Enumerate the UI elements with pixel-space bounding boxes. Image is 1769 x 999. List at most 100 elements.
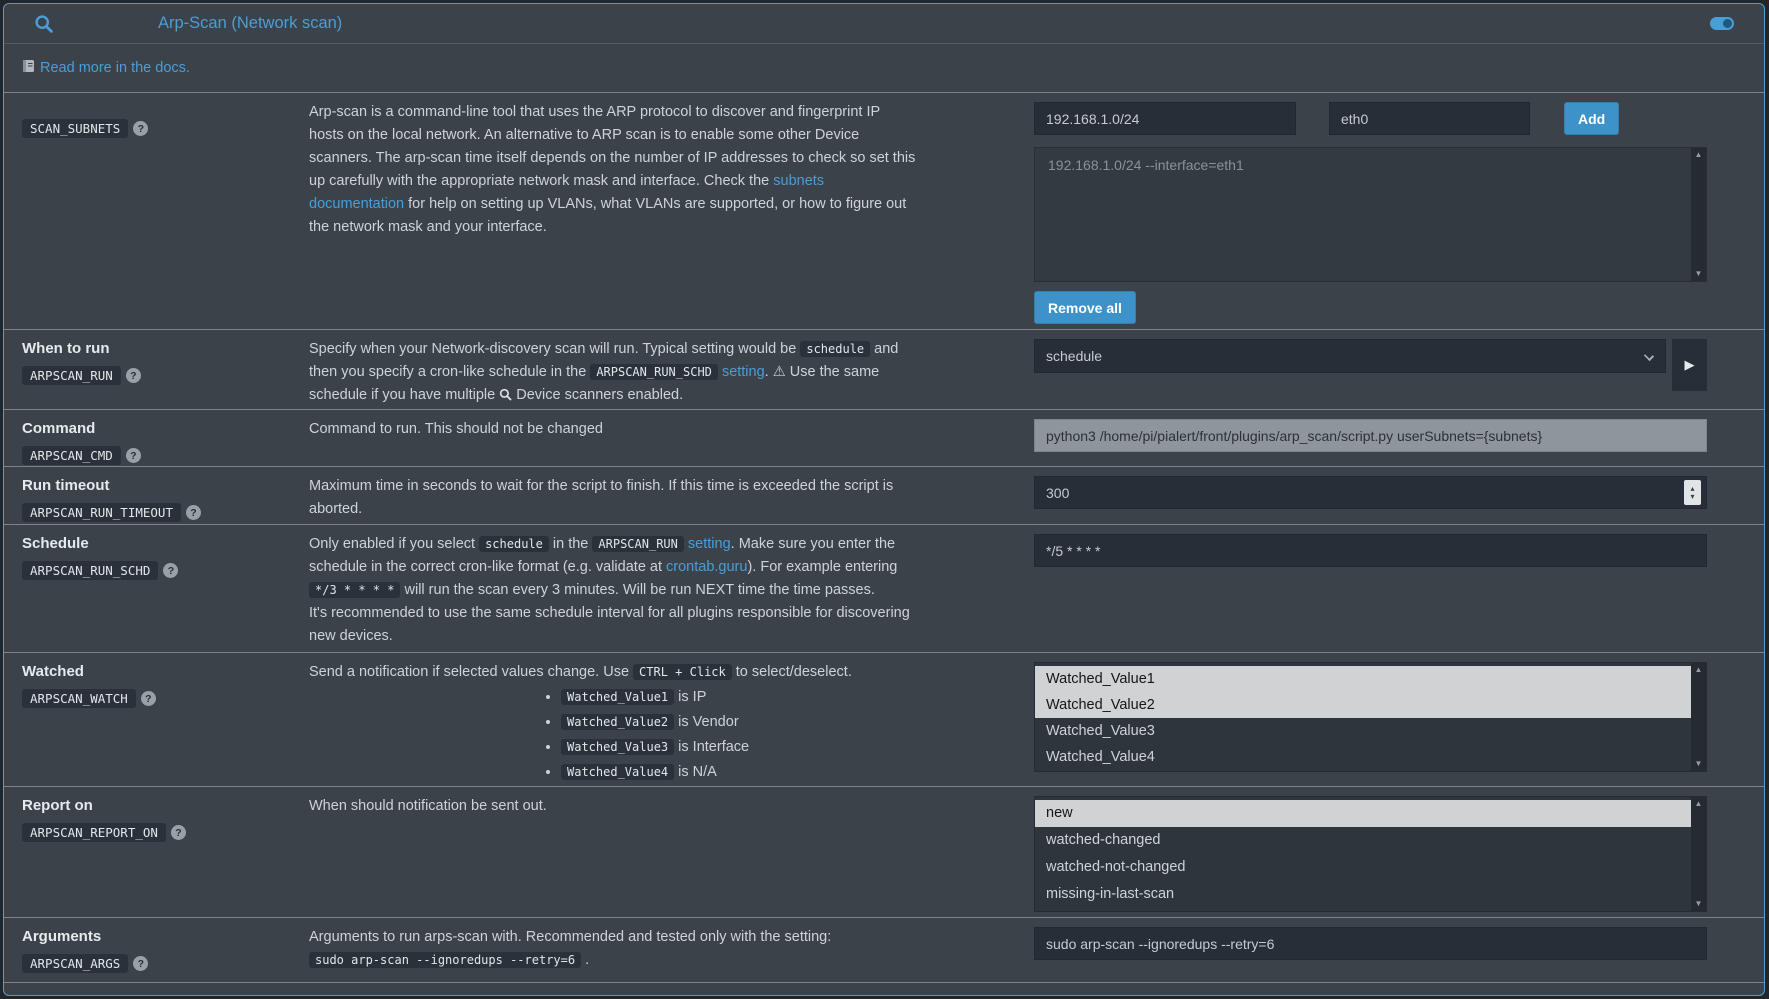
arpscan-run-timeout-code-badge: ARPSCAN_RUN_TIMEOUT <box>22 503 181 522</box>
desc-text: . <box>581 952 589 968</box>
subnets-listbox[interactable]: 192.168.1.0/24 --interface=eth1 ▲ ▼ <box>1034 147 1707 282</box>
desc-text: Arguments to run arps-scan with. Recomme… <box>309 929 831 945</box>
report-on-multiselect[interactable]: new watched-changed watched-not-changed … <box>1034 796 1707 912</box>
docs-link-label: Read more in the docs. <box>40 60 190 76</box>
chevron-down-icon <box>1644 351 1654 361</box>
desc-text: to select/deselect. <box>732 664 852 680</box>
subnet-list-item[interactable]: 192.168.1.0/24 --interface=eth1 <box>1035 148 1706 173</box>
report-on-option[interactable]: watched-changed <box>1035 827 1691 854</box>
arpscan-run-help-icon[interactable]: ? <box>126 368 141 383</box>
arpscan-run-schd-help-icon[interactable]: ? <box>163 563 178 578</box>
spinner-down-icon[interactable]: ▾ <box>1690 493 1694 501</box>
plugin-enabled-toggle[interactable] <box>1710 17 1734 30</box>
watched-value1-code-chip: Watched_Value1 <box>561 689 674 705</box>
schedule-controls <box>1034 533 1764 652</box>
list-item: Watched_Value4 is N/A <box>561 761 916 784</box>
scroll-down-icon[interactable]: ▼ <box>1695 759 1703 769</box>
watched-description: Send a notification if selected values c… <box>309 661 1034 786</box>
command-title: Command <box>22 420 309 437</box>
desc-text: is Interface <box>674 739 749 755</box>
book-icon <box>22 59 35 77</box>
arguments-title: Arguments <box>22 928 309 945</box>
arpscan-run-timeout-help-icon[interactable]: ? <box>186 505 201 520</box>
scan-subnets-help-icon[interactable]: ? <box>133 121 148 136</box>
watched-option[interactable]: Watched_Value4 <box>1035 744 1691 770</box>
scroll-up-icon[interactable]: ▲ <box>1695 665 1703 675</box>
schedule-code-chip: schedule <box>479 536 549 552</box>
watched-option[interactable]: Watched_Value1 <box>1035 666 1691 692</box>
desc-text: ). For example entering <box>747 559 897 575</box>
scroll-up-icon[interactable]: ▲ <box>1695 150 1703 160</box>
setting-row-when-to-run: When to run ARPSCAN_RUN ? Specify when y… <box>4 329 1764 409</box>
subnets-listbox-scrollbar[interactable]: ▲ ▼ <box>1691 148 1706 281</box>
scroll-up-icon[interactable]: ▲ <box>1695 799 1703 809</box>
desc-text: Command to run. This should not be chang… <box>309 421 603 437</box>
desc-text: . <box>765 364 773 380</box>
watched-value3-code-chip: Watched_Value3 <box>561 739 674 755</box>
list-item: Watched_Value2 is Vendor <box>561 711 916 734</box>
watched-multiselect-scrollbar[interactable]: ▲ ▼ <box>1691 663 1706 771</box>
arguments-label-col: Arguments ARPSCAN_ARGS ? <box>22 926 309 982</box>
setting-row-run-timeout: Run timeout ARPSCAN_RUN_TIMEOUT ? Maximu… <box>4 466 1764 524</box>
desc-text: Device scanners enabled. <box>512 387 683 403</box>
schedule-description-line2: It's recommended to use the same schedul… <box>309 602 916 648</box>
scan-subnets-code-badge: SCAN_SUBNETS <box>22 119 128 138</box>
schedule-description: Only enabled if you select schedule in t… <box>309 533 1034 652</box>
setting-row-arguments: Arguments ARPSCAN_ARGS ? Arguments to ru… <box>4 917 1764 982</box>
when-to-run-description: Specify when your Network-discovery scan… <box>309 338 1034 409</box>
report-on-option[interactable]: watched-not-changed <box>1035 854 1691 881</box>
interface-input[interactable] <box>1329 102 1530 135</box>
when-to-run-select[interactable]: schedule <box>1034 339 1666 373</box>
setting-row-command: Command ARPSCAN_CMD ? Command to run. Th… <box>4 409 1764 466</box>
remove-all-button[interactable]: Remove all <box>1034 291 1136 324</box>
search-icon[interactable] <box>34 14 54 34</box>
watched-multiselect[interactable]: Watched_Value1 Watched_Value2 Watched_Va… <box>1034 662 1707 772</box>
run-timeout-input[interactable] <box>1034 476 1707 509</box>
list-item: Watched_Value1 is IP <box>561 686 916 709</box>
report-on-option[interactable]: new <box>1035 800 1691 827</box>
arguments-controls <box>1034 926 1764 982</box>
arguments-input[interactable] <box>1034 927 1707 960</box>
setting-row-scan-subnets: SCAN_SUBNETS ? Arp-scan is a command-lin… <box>4 92 1764 329</box>
add-button[interactable]: Add <box>1564 102 1619 135</box>
watched-label-col: Watched ARPSCAN_WATCH ? <box>22 661 309 786</box>
docs-row: Read more in the docs. <box>4 44 1764 92</box>
desc-text: When should notification be sent out. <box>309 798 547 814</box>
schedule-input[interactable] <box>1034 534 1707 567</box>
run-now-button[interactable]: ▶ <box>1672 339 1707 391</box>
setting-row-report-on: Report on ARPSCAN_REPORT_ON ? When shoul… <box>4 786 1764 917</box>
setting-link[interactable]: setting <box>722 364 765 380</box>
watched-option[interactable]: Watched_Value3 <box>1035 718 1691 744</box>
scan-subnets-description: Arp-scan is a command-line tool that use… <box>309 101 1034 329</box>
crontab-guru-link[interactable]: crontab.guru <box>666 559 747 575</box>
scan-subnets-label-col: SCAN_SUBNETS ? <box>22 101 309 329</box>
subnet-input[interactable] <box>1034 102 1296 135</box>
arpscan-args-help-icon[interactable]: ? <box>133 956 148 971</box>
desc-text: Arp-scan is a command-line tool that use… <box>309 104 915 189</box>
arpscan-cmd-code-badge: ARPSCAN_CMD <box>22 446 121 465</box>
page-title: Arp-Scan (Network scan) <box>158 14 342 33</box>
command-label-col: Command ARPSCAN_CMD ? <box>22 418 309 466</box>
report-on-controls: new watched-changed watched-not-changed … <box>1034 795 1764 917</box>
arpscan-cmd-help-icon[interactable]: ? <box>126 448 141 463</box>
plugin-settings-page: Arp-Scan (Network scan) Read more in the… <box>0 0 1769 999</box>
watched-value2-code-chip: Watched_Value2 <box>561 714 674 730</box>
scroll-down-icon[interactable]: ▼ <box>1695 899 1703 909</box>
watched-option[interactable]: Watched_Value2 <box>1035 692 1691 718</box>
command-description: Command to run. This should not be chang… <box>309 418 1034 466</box>
arpscan-report-on-help-icon[interactable]: ? <box>171 825 186 840</box>
report-on-option[interactable]: missing-in-last-scan <box>1035 881 1691 908</box>
warning-icon: ⚠ <box>773 364 786 380</box>
report-on-multiselect-scrollbar[interactable]: ▲ ▼ <box>1691 797 1706 911</box>
scroll-down-icon[interactable]: ▼ <box>1695 269 1703 279</box>
number-spinner[interactable]: ▴ ▾ <box>1684 480 1701 505</box>
docs-link[interactable]: Read more in the docs. <box>22 59 190 77</box>
desc-text: will run the scan every 3 minutes. Will … <box>400 582 874 598</box>
magnifier-inline-icon <box>499 386 512 409</box>
when-to-run-select-value: schedule <box>1046 348 1102 364</box>
arpscan-watch-help-icon[interactable]: ? <box>141 691 156 706</box>
ctrl-click-code-chip: CTRL + Click <box>633 664 732 680</box>
arp-scan-settings-panel: Arp-Scan (Network scan) Read more in the… <box>3 3 1765 996</box>
setting-link[interactable]: setting <box>688 536 731 552</box>
command-input[interactable] <box>1034 419 1707 452</box>
